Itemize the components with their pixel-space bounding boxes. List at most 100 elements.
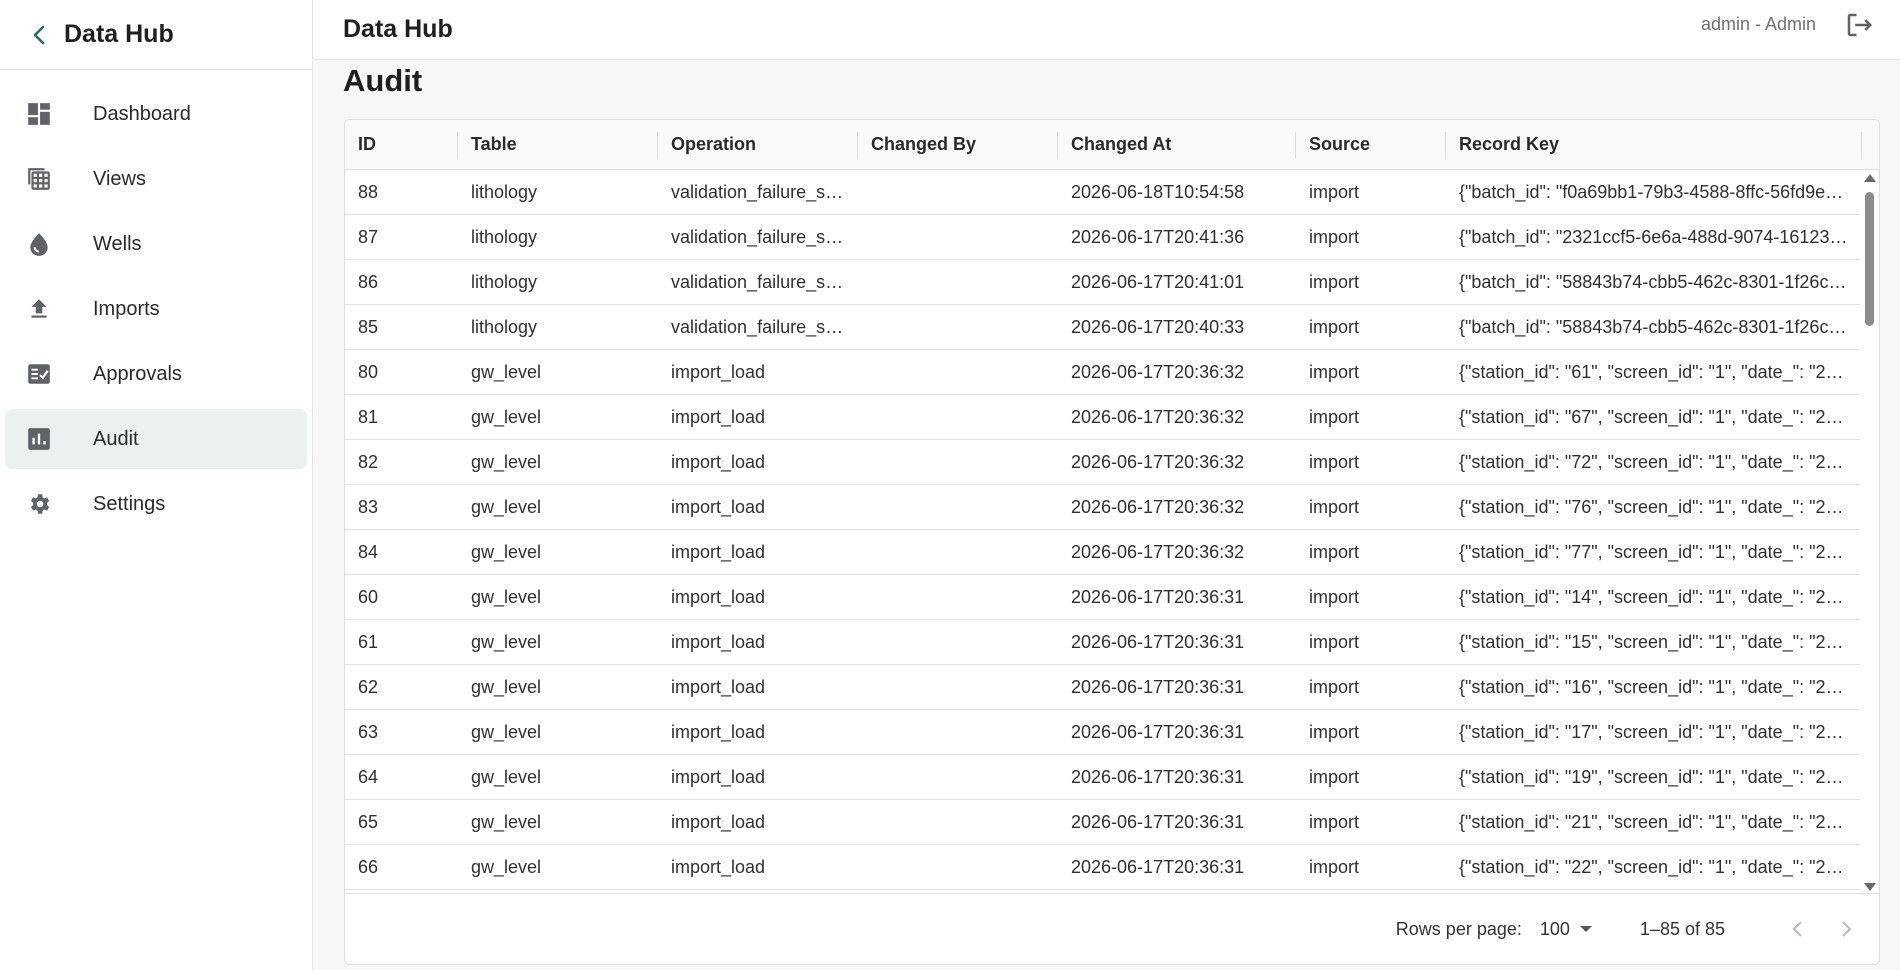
table-header: ID Table Operation Changed By Changed At…	[345, 120, 1879, 170]
sidebar-item-approvals[interactable]: Approvals	[5, 344, 307, 404]
cell-changed-at: 2026-06-17T20:36:31	[1071, 586, 1245, 607]
cell-table: lithology	[471, 226, 538, 247]
cell-record-key: {"station_id": "19", "screen_id": "1", "…	[1459, 766, 1862, 787]
cell-changed-at: 2026-06-17T20:36:31	[1071, 631, 1245, 652]
rows-per-page-select[interactable]: 100	[1540, 919, 1592, 940]
sidebar-item-label: Settings	[93, 492, 166, 515]
cell-id: 62	[358, 676, 379, 697]
cell-source: import	[1309, 721, 1360, 742]
table-row[interactable]: 87 lithology validation_failure_su... 2026-…	[345, 215, 1862, 260]
column-header-operation[interactable]: Operation	[658, 120, 858, 169]
cell-id: 87	[358, 226, 379, 247]
cell-source: import	[1309, 856, 1360, 877]
cell-source: import	[1309, 316, 1360, 337]
column-header-table[interactable]: Table	[458, 120, 658, 169]
cell-source: import	[1309, 541, 1360, 562]
cell-changed-at: 2026-06-17T20:41:36	[1071, 226, 1245, 247]
column-header-record-key[interactable]: Record Key	[1446, 120, 1862, 169]
cell-operation: import_load	[671, 766, 766, 787]
pagination-range: 1–85 of 85	[1639, 918, 1725, 939]
cell-operation: import_load	[671, 676, 766, 697]
cell-id: 65	[358, 811, 379, 832]
next-page-button[interactable]	[1831, 914, 1861, 944]
cell-id: 81	[358, 406, 379, 427]
sidebar-title: Data Hub	[64, 20, 174, 48]
upload-icon	[25, 295, 53, 323]
table-row[interactable]: 66 gw_level import_load 2026-06-17T20:36:31…	[345, 845, 1862, 890]
bar-chart-icon	[25, 425, 53, 453]
main-content: Audit ID Table Operation Changed By Chan…	[314, 60, 1900, 970]
cell-table: gw_level	[471, 406, 542, 427]
sidebar-item-label: Wells	[93, 232, 142, 255]
cell-record-key: {"station_id": "14", "screen_id": "1", "…	[1459, 586, 1862, 607]
cell-operation: import_load	[671, 406, 766, 427]
cell-record-key: {"station_id": "72", "screen_id": "1", "…	[1459, 451, 1862, 472]
table-row[interactable]: 88 lithology validation_failure_su... 2026-…	[345, 170, 1862, 215]
audit-table-card: ID Table Operation Changed By Changed At…	[344, 119, 1880, 965]
table-row[interactable]: 65 gw_level import_load 2026-06-17T20:36:31…	[345, 800, 1862, 845]
column-header-changed-at[interactable]: Changed At	[1058, 120, 1296, 169]
chevron-right-icon	[1842, 921, 1852, 937]
rows-per-page-value: 100	[1539, 918, 1570, 939]
column-header-changed-by[interactable]: Changed By	[858, 120, 1058, 169]
vertical-scrollbar[interactable]	[1860, 170, 1879, 895]
cell-id: 83	[358, 496, 379, 517]
cell-changed-at: 2026-06-17T20:36:31	[1071, 811, 1245, 832]
table-row[interactable]: 81 gw_level import_load 2026-06-17T20:36:32…	[345, 395, 1862, 440]
sidebar-item-imports[interactable]: Imports	[5, 279, 307, 339]
sidebar-item-audit[interactable]: Audit	[5, 409, 307, 469]
column-header-source[interactable]: Source	[1296, 120, 1446, 169]
cell-record-key: {"station_id": "15", "screen_id": "1", "…	[1459, 631, 1862, 652]
cell-table: lithology	[471, 271, 538, 292]
scroll-down-arrow-icon[interactable]	[1864, 883, 1876, 891]
sidebar-item-settings[interactable]: Settings	[5, 474, 307, 534]
cell-table: lithology	[471, 181, 538, 202]
cell-changed-at: 2026-06-17T20:36:32	[1071, 541, 1245, 562]
cell-source: import	[1309, 361, 1360, 382]
cell-id: 63	[358, 721, 379, 742]
cell-source: import	[1309, 271, 1360, 292]
table-row[interactable]: 82 gw_level import_load 2026-06-17T20:36:32…	[345, 440, 1862, 485]
rows-per-page-label: Rows per page:	[1395, 918, 1522, 939]
table-row[interactable]: 61 gw_level import_load 2026-06-17T20:36:31…	[345, 620, 1862, 665]
sidebar-item-wells[interactable]: Wells	[5, 214, 307, 274]
cell-record-key: {"station_id": "61", "screen_id": "1", "…	[1459, 361, 1862, 382]
cell-changed-at: 2026-06-17T20:36:32	[1071, 451, 1245, 472]
table-row[interactable]: 64 gw_level import_load 2026-06-17T20:36:31…	[345, 755, 1862, 800]
table-row[interactable]: 60 gw_level import_load 2026-06-17T20:36:31…	[345, 575, 1862, 620]
previous-page-button[interactable]	[1783, 914, 1813, 944]
back-chevron-icon[interactable]	[28, 24, 50, 46]
table-row[interactable]: 85 lithology validation_failure_su... 2026-…	[345, 305, 1862, 350]
cell-source: import	[1309, 451, 1360, 472]
cell-table: gw_level	[471, 856, 542, 877]
column-header-id[interactable]: ID	[345, 120, 458, 169]
cell-record-key: {"station_id": "16", "screen_id": "1", "…	[1459, 676, 1862, 697]
cell-source: import	[1309, 226, 1360, 247]
cell-operation: import_load	[671, 496, 766, 517]
cell-id: 61	[358, 631, 379, 652]
cell-changed-at: 2026-06-17T20:36:31	[1071, 676, 1245, 697]
cell-record-key: {"station_id": "76", "screen_id": "1", "…	[1459, 496, 1862, 517]
sidebar-item-label: Views	[93, 167, 146, 190]
table-row[interactable]: 63 gw_level import_load 2026-06-17T20:36:31…	[345, 710, 1862, 755]
app-title: Data Hub	[343, 15, 453, 43]
sidebar-item-dashboard[interactable]: Dashboard	[5, 84, 307, 144]
cell-operation: import_load	[671, 361, 766, 382]
table-row[interactable]: 86 lithology validation_failure_su... 2026-…	[345, 260, 1862, 305]
sidebar-nav: Dashboard Views Wells Imports Approvals	[0, 70, 312, 534]
logout-icon[interactable]	[1844, 10, 1874, 40]
cell-id: 85	[358, 316, 379, 337]
table-row[interactable]: 80 gw_level import_load 2026-06-17T20:36:32…	[345, 350, 1862, 395]
table-row[interactable]: 83 gw_level import_load 2026-06-17T20:36:32…	[345, 485, 1862, 530]
table-row[interactable]: 84 gw_level import_load 2026-06-17T20:36:32…	[345, 530, 1862, 575]
cell-operation: import_load	[671, 811, 766, 832]
cell-source: import	[1309, 496, 1360, 517]
sidebar-item-views[interactable]: Views	[5, 149, 307, 209]
cell-table: gw_level	[471, 451, 542, 472]
scrollbar-thumb[interactable]	[1865, 192, 1874, 326]
cell-id: 80	[358, 361, 379, 382]
table-row[interactable]: 62 gw_level import_load 2026-06-17T20:36:31…	[345, 665, 1862, 710]
cell-record-key: {"batch_id": "58843b74-cbb5-462c-8301-1f…	[1459, 316, 1862, 337]
sidebar-header: Data Hub	[0, 0, 312, 70]
scroll-up-arrow-icon[interactable]	[1864, 174, 1876, 182]
